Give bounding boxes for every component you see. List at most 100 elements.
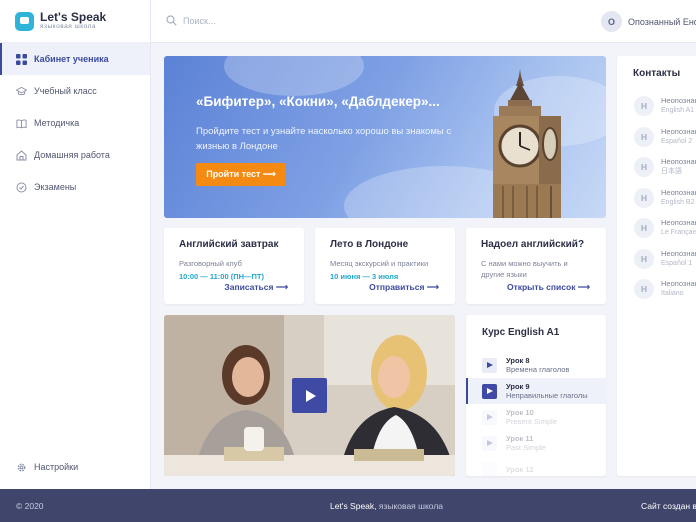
footer-brand: Let's Speak, языковая школа [330, 501, 443, 511]
card-title: Лето в Лондоне [330, 239, 409, 250]
big-ben-illustration [493, 69, 561, 218]
sidebar-item-label: Учебный класс [34, 86, 97, 96]
sidebar-item-label: Методичка [34, 118, 80, 128]
lesson-name: Past Simple [506, 443, 547, 452]
contact-item[interactable]: Н Неопознан 日本語 [617, 152, 696, 183]
card-subtitle: С нами можно выучить и другие языки [481, 259, 568, 279]
contact-name: Неопознан [661, 248, 696, 258]
user-menu[interactable]: О Опознанный Ено [601, 11, 696, 32]
open-list-link[interactable]: Открыть список ⟶ [507, 282, 590, 293]
contact-name: Неопознан [661, 126, 696, 136]
contact-name: Неопознан [661, 96, 696, 106]
contact-item[interactable]: Н Неопознан Le Français [617, 213, 696, 244]
card-time: 10 июня — 3 июля [330, 272, 399, 281]
play-icon [482, 383, 497, 399]
lesson-name: Неправильные глаголы [506, 391, 588, 400]
summer-london-card: Лето в Лондоне Месяц экскурсий и практик… [315, 228, 455, 304]
graduation-cap-icon [16, 86, 27, 97]
contact-item[interactable]: Н Неопознан Español 2 [617, 122, 696, 153]
sidebar-item-exams[interactable]: Экзамены [0, 171, 150, 203]
footer-brand-name: Let's Speak, [330, 501, 377, 511]
contact-language: English B2 [661, 198, 695, 206]
contact-language: Italiano [661, 290, 684, 298]
lesson-item[interactable]: Урок 8 Времена глаголов [466, 352, 606, 378]
sidebar-item-settings[interactable]: Настройки [0, 451, 150, 483]
lesson-number: Урок 12 [506, 464, 534, 474]
cloud-decoration [224, 56, 364, 96]
sidebar-item-label: Домашняя работа [34, 150, 110, 160]
search-bar [166, 14, 303, 28]
sidebar-item-homework[interactable]: Домашняя работа [0, 139, 150, 171]
card-subtitle: Разговорный клуб [179, 259, 242, 268]
home-icon [16, 149, 27, 161]
sidebar-item-classroom[interactable]: Учебный класс [0, 75, 150, 107]
sidebar-item-label: Экзамены [34, 182, 77, 192]
play-button[interactable] [292, 378, 327, 413]
card-subtitle: Месяц экскурсий и практики [330, 259, 429, 268]
contact-name: Неопознан [661, 157, 696, 167]
avatar: Н [634, 187, 654, 208]
sidebar: Let's Speak языковая школа Кабинет учени… [0, 0, 151, 489]
hero-title: «Бифитер», «Кокни», «Даблдекер»... [196, 94, 440, 109]
play-icon [482, 409, 497, 425]
search-icon[interactable] [166, 14, 177, 28]
sidebar-item-label: Кабинет ученика [34, 54, 109, 64]
avatar: Н [634, 126, 654, 147]
contact-item[interactable]: Н Неопознан Español 1 [617, 244, 696, 275]
sidebar-nav: Кабинет ученика Учебный класс Методичка … [0, 43, 150, 203]
footer-school: языковая школа [376, 501, 444, 511]
contact-name: Неопознан [661, 218, 696, 228]
hero-banner: «Бифитер», «Кокни», «Даблдекер»... Пройд… [164, 56, 606, 218]
sidebar-item-student-cabinet[interactable]: Кабинет ученика [0, 43, 150, 75]
lesson-number: Урок 9 [506, 382, 530, 391]
lesson-name: Времена глаголов [506, 365, 570, 374]
lesson-video[interactable] [164, 315, 455, 476]
speech-bubble-logo-icon [15, 11, 34, 31]
breakfast-card: Английский завтрак Разговорный клуб 10:0… [164, 228, 304, 304]
avatar[interactable]: О [601, 11, 622, 32]
lesson-number: Урок 8 [506, 356, 530, 365]
course-panel: Курс English A1 Урок 8 Времена глаголов У… [466, 315, 606, 476]
grid-icon [16, 53, 27, 65]
other-languages-card: Надоел английский? С нами можно выучить … [466, 228, 606, 304]
contact-language: 日本語 [661, 168, 682, 176]
lesson-item[interactable]: Урок 10 Present Simple [466, 404, 606, 430]
avatar: Н [634, 218, 654, 239]
sidebar-item-label: Настройки [34, 462, 79, 472]
brand-name: Let's Speak [40, 10, 107, 24]
search-input[interactable] [183, 16, 303, 26]
contact-name: Неопознан [661, 187, 696, 197]
lesson-item[interactable]: Урок 11 Past Simple [466, 430, 606, 456]
gear-icon [16, 462, 27, 473]
avatar: Н [634, 248, 654, 269]
contacts-title: Контакты [633, 68, 681, 79]
user-name[interactable]: Опознанный Ено [628, 17, 696, 27]
take-test-button[interactable]: Пройти тест ⟶ [196, 163, 286, 186]
sidebar-item-manual[interactable]: Методичка [0, 107, 150, 139]
lesson-number: Урок 10 [506, 408, 534, 417]
hero-description: Пройдите тест и узнайте насколько хорошо… [196, 126, 452, 152]
contact-language: Español 1 [661, 259, 693, 267]
top-header: О Опознанный Ено [151, 0, 696, 43]
sign-up-link[interactable]: Записаться ⟶ [224, 282, 288, 293]
contact-language: Español 2 [661, 137, 693, 145]
play-icon [482, 461, 497, 476]
footer: © 2020 Let's Speak, языковая школа Сайт … [0, 489, 696, 522]
card-title: Надоел английский? [481, 239, 585, 250]
contact-item[interactable]: Н Неопознан English A1 [617, 91, 696, 122]
contact-item[interactable]: Н Неопознан English B2 [617, 183, 696, 214]
play-icon [482, 357, 497, 373]
lesson-number: Урок 11 [506, 434, 534, 443]
footer-credit-link[interactable]: Сайт создан в [641, 501, 696, 511]
play-icon [482, 435, 497, 451]
logo[interactable]: Let's Speak языковая школа [0, 0, 150, 43]
lesson-item-active[interactable]: Урок 9 Неправильные глаголы [466, 378, 606, 404]
play-icon [305, 389, 316, 402]
contact-item[interactable]: Н Неопознан Italiano [617, 274, 696, 305]
avatar: Н [634, 157, 654, 178]
lesson-item[interactable]: Урок 12 [466, 456, 606, 476]
card-time: 10:00 — 11:00 (ПН—ПТ) [179, 272, 264, 281]
contact-name: Неопознан [661, 279, 696, 289]
avatar: Н [634, 96, 654, 117]
go-link[interactable]: Отправиться ⟶ [369, 282, 439, 293]
